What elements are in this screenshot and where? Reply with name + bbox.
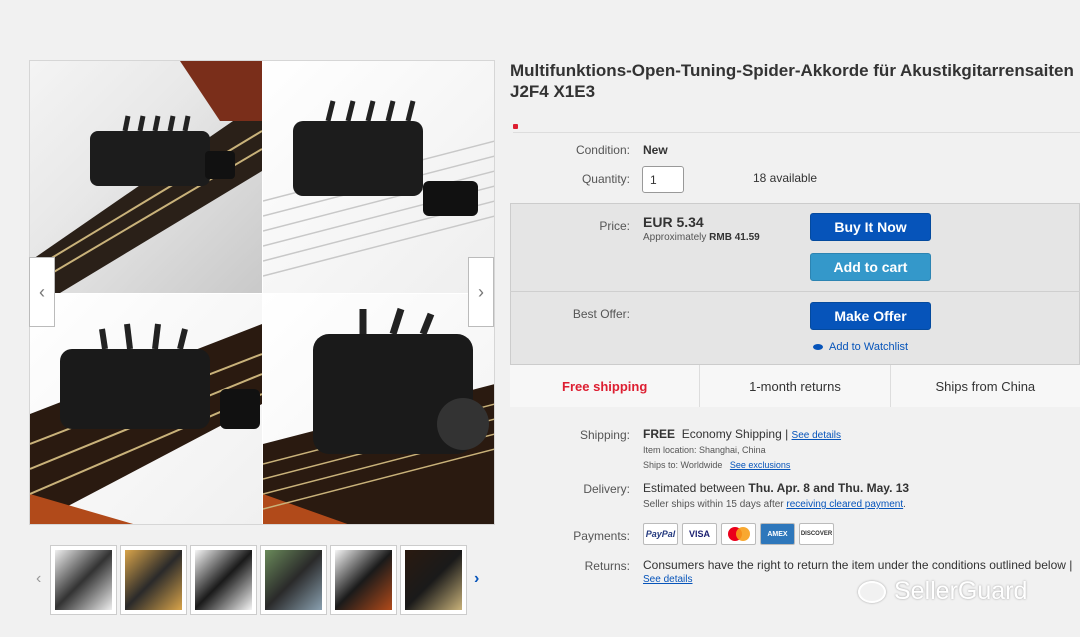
- delivery-estimate: Estimated between Thu. Apr. 8 and Thu. M…: [643, 481, 910, 495]
- amex-icon: AMEX: [760, 523, 795, 545]
- gallery-prev-button[interactable]: ‹: [29, 257, 55, 327]
- quantity-label: Quantity:: [581, 172, 630, 186]
- paypal-icon: PayPal: [643, 523, 678, 545]
- thumbnail[interactable]: [50, 545, 117, 615]
- flame-icon: [513, 124, 518, 130]
- eye-icon: [813, 344, 823, 351]
- available-count: 18 available: [753, 171, 818, 185]
- add-to-watchlist-link[interactable]: Add to Watchlist: [813, 341, 908, 353]
- delivery-label: Delivery:: [583, 482, 630, 496]
- watchers-indicator: [513, 118, 1080, 132]
- cleared-payment-link[interactable]: receiving cleared payment: [786, 499, 903, 510]
- add-to-cart-button[interactable]: Add to cart: [810, 253, 931, 281]
- quantity-input[interactable]: [642, 166, 684, 193]
- product-photo-4: [263, 294, 494, 524]
- thumbnail[interactable]: [400, 545, 467, 615]
- product-photo-2: [263, 61, 494, 293]
- product-photo-3: [30, 294, 262, 524]
- price-value: EUR 5.34: [643, 214, 704, 230]
- returns-label: Returns:: [584, 559, 630, 573]
- product-photo-1: [30, 61, 262, 293]
- thumbnail[interactable]: [120, 545, 187, 615]
- price-label: Price:: [599, 219, 630, 233]
- returns-badge: 1-month returns: [700, 365, 891, 407]
- thumbs-prev-icon[interactable]: ‹: [36, 570, 41, 588]
- shipping-see-details-link[interactable]: See details: [792, 430, 841, 441]
- thumbnail[interactable]: [190, 545, 257, 615]
- visa-icon: VISA: [682, 523, 717, 545]
- ships-from-badge: Ships from China: [935, 378, 1036, 394]
- shipping-label: Shipping:: [579, 428, 630, 442]
- chevron-right-icon: ›: [478, 281, 484, 302]
- see-exclusions-link[interactable]: See exclusions: [730, 460, 791, 470]
- condition-label: Condition:: [575, 143, 630, 157]
- thumbnail[interactable]: [330, 545, 397, 615]
- sellerguard-watermark: SellerGuard: [858, 577, 1027, 606]
- shipping-value: FREE Economy Shipping | See details: [643, 427, 842, 441]
- thumbnail-strip: [50, 545, 467, 615]
- wechat-icon: [858, 580, 886, 603]
- returns-text: Consumers have the right to return the i…: [643, 558, 1073, 572]
- delivery-note: Seller ships within 15 days after receiv…: [643, 499, 906, 510]
- listing-title: Multifunktions-Open-Tuning-Spider-Akkord…: [510, 61, 1074, 101]
- payment-methods: PayPal VISA AMEX DISCOVER: [643, 523, 834, 545]
- best-offer-label: Best Offer:: [572, 307, 630, 321]
- approx-price: Approximately RMB 41.59: [643, 232, 760, 243]
- discover-icon: DISCOVER: [799, 523, 834, 545]
- main-product-image[interactable]: [29, 60, 495, 525]
- payments-label: Payments:: [573, 529, 630, 543]
- thumbnail[interactable]: [260, 545, 327, 615]
- gallery-next-button[interactable]: ›: [468, 257, 494, 327]
- make-offer-button[interactable]: Make Offer: [810, 302, 931, 330]
- buy-box-divider: [510, 291, 1080, 292]
- returns-see-details-link[interactable]: See details: [643, 574, 692, 585]
- free-shipping-badge: Free shipping: [510, 365, 701, 407]
- ships-to: Ships to: Worldwide See exclusions: [643, 460, 791, 470]
- condition-value: New: [643, 143, 668, 157]
- item-location: Item location: Shanghai, China: [643, 445, 766, 455]
- mastercard-icon: [721, 523, 756, 545]
- thumbs-next-icon[interactable]: ›: [474, 570, 479, 588]
- buy-it-now-button[interactable]: Buy It Now: [810, 213, 931, 241]
- shipping-badges: Free shipping 1-month returns Ships from…: [510, 364, 1080, 407]
- divider: [513, 132, 1080, 133]
- chevron-left-icon: ‹: [39, 281, 45, 302]
